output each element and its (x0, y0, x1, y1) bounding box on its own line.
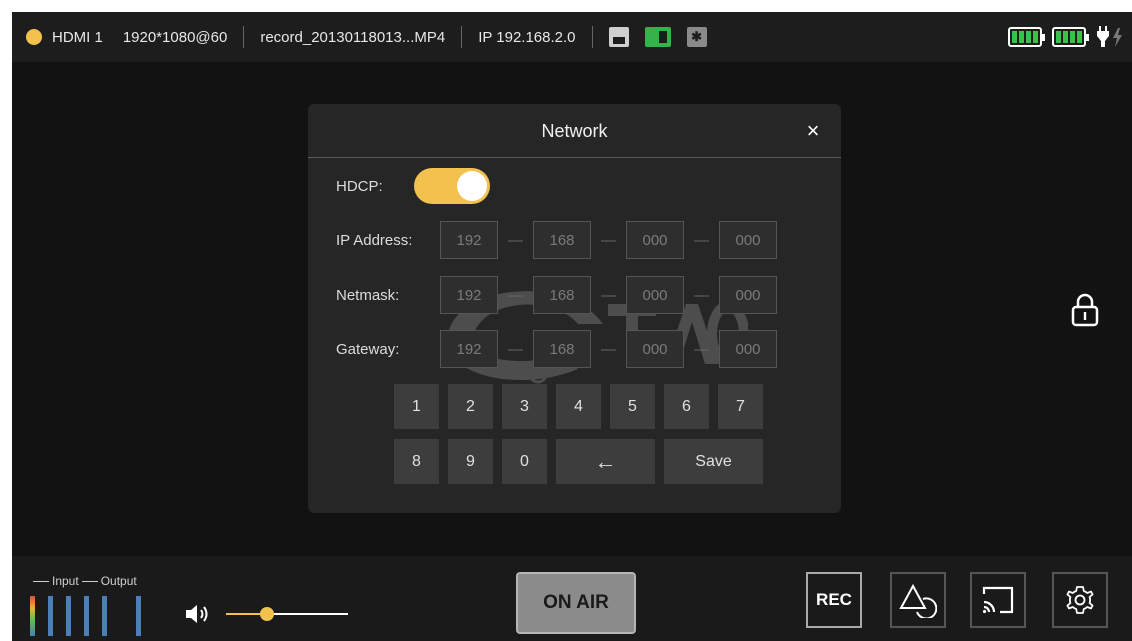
network-dialog: Network × HDCP: IP Address: 192 — 168 — … (308, 104, 841, 513)
key-1[interactable]: 1 (394, 384, 439, 429)
netmask-octet-3[interactable]: 000 (626, 276, 684, 314)
settings-button[interactable] (1052, 572, 1108, 628)
netmask-row: Netmask: 192 — 168 — 000 — 000 (336, 276, 777, 314)
octet-separator: — (694, 286, 709, 304)
key-2[interactable]: 2 (448, 384, 493, 429)
octet-separator: — (694, 340, 709, 358)
octet-separator: — (601, 231, 616, 249)
input-meter (102, 596, 107, 636)
shapes-icon (899, 583, 937, 618)
key-8[interactable]: 8 (394, 439, 439, 484)
toggle-knob (457, 171, 487, 201)
battery-icon (1008, 27, 1045, 47)
ip-address-row: IP Address: 192 — 168 — 000 — 000 (336, 221, 777, 259)
ip-octet-3[interactable]: 000 (626, 221, 684, 259)
power-plug-icon (1097, 26, 1122, 47)
cast-button[interactable] (970, 572, 1026, 628)
key-3[interactable]: 3 (502, 384, 547, 429)
device-frame: HDMI 1 1920*1080@60 record_20130118013..… (12, 12, 1132, 641)
gateway-octet-4[interactable]: 000 (719, 330, 777, 368)
network-icon (608, 27, 629, 47)
gear-icon (1066, 586, 1094, 614)
dialog-title: Network (541, 121, 608, 141)
netmask-octet-4[interactable]: 000 (719, 276, 777, 314)
volume-slider-thumb[interactable] (260, 607, 275, 621)
gateway-octet-1[interactable]: 192 (440, 330, 498, 368)
key-5[interactable]: 5 (610, 384, 655, 429)
ip-octet-2[interactable]: 168 (533, 221, 591, 259)
key-7[interactable]: 7 (718, 384, 763, 429)
source-label: HDMI 1 (52, 28, 103, 46)
backspace-button[interactable]: ← (556, 439, 655, 484)
divider (243, 26, 245, 48)
ip-octet-4[interactable]: 000 (719, 221, 777, 259)
signal-status-dot (26, 29, 42, 45)
bottom-control-bar: Input Output ON AIR REC (12, 556, 1132, 641)
record-file-label: record_20130118013...MP4 (260, 28, 446, 46)
screen: HDMI 1 1920*1080@60 record_20130118013..… (0, 0, 1132, 641)
rec-button[interactable]: REC (806, 572, 862, 628)
ip-address-label: IP Address: (336, 231, 413, 249)
gateway-octet-2[interactable]: 168 (533, 330, 591, 368)
power-status (1008, 26, 1124, 48)
status-bar: HDMI 1 1920*1080@60 record_20130118013..… (12, 12, 1132, 62)
octet-separator: — (601, 340, 616, 358)
octet-separator: — (508, 286, 523, 304)
save-button[interactable]: Save (664, 439, 763, 484)
cast-icon (982, 586, 1014, 614)
sd-card-icon (644, 27, 671, 47)
ip-octet-1[interactable]: 192 (440, 221, 498, 259)
output-meter (136, 596, 141, 636)
divider (591, 26, 593, 48)
divider (461, 26, 463, 48)
hdcp-toggle[interactable] (414, 168, 490, 204)
input-label: Input (52, 574, 79, 588)
input-meter (48, 596, 53, 636)
key-0[interactable]: 0 (502, 439, 547, 484)
key-4[interactable]: 4 (556, 384, 601, 429)
io-legend: Input Output (30, 574, 137, 588)
volume-slider[interactable] (226, 607, 348, 621)
close-button[interactable]: × (799, 104, 827, 158)
output-label: Output (100, 574, 137, 588)
octet-separator: — (601, 286, 616, 304)
gateway-row: Gateway: 192 — 168 — 000 — 000 (336, 330, 777, 368)
key-9[interactable]: 9 (448, 439, 493, 484)
gateway-octet-3[interactable]: 000 (626, 330, 684, 368)
volume-icon[interactable] (184, 602, 210, 626)
battery-icon (1052, 27, 1089, 47)
input-meter (66, 596, 71, 636)
bluetooth-icon: ✱ (686, 27, 707, 47)
on-air-button[interactable]: ON AIR (516, 572, 636, 634)
resolution-label: 1920*1080@60 (122, 28, 228, 46)
input-meter (30, 596, 35, 636)
lock-icon[interactable] (1070, 292, 1100, 328)
shapes-button[interactable] (890, 572, 946, 628)
netmask-octet-1[interactable]: 192 (440, 276, 498, 314)
netmask-label: Netmask: (336, 286, 400, 304)
ip-label: IP 192.168.2.0 (478, 28, 576, 46)
hdcp-row: HDCP: (336, 167, 490, 205)
input-meter (84, 596, 89, 636)
dialog-header: Network × (308, 104, 841, 158)
octet-separator: — (508, 231, 523, 249)
hdcp-label: HDCP: (336, 177, 383, 195)
netmask-octet-2[interactable]: 168 (533, 276, 591, 314)
octet-separator: — (694, 231, 709, 249)
key-6[interactable]: 6 (664, 384, 709, 429)
gateway-label: Gateway: (336, 340, 400, 358)
octet-separator: — (508, 340, 523, 358)
